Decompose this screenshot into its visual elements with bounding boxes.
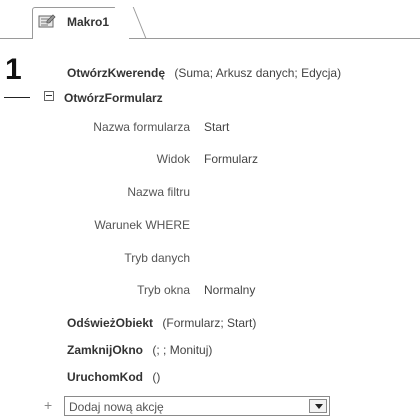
action-row-otworzkwerende[interactable]: OtwórzKwerendę (Suma; Arkusz danych; Edy… — [67, 66, 341, 80]
tab-label: Makro1 — [67, 15, 110, 29]
action-row-uruchomkod[interactable]: UruchomKod () — [67, 370, 160, 384]
chevron-down-icon[interactable] — [309, 399, 327, 413]
action-name: OtwórzKwerendę — [67, 66, 166, 80]
document-tab-strip: Makro1 — [0, 0, 420, 39]
arg-label: Warunek WHERE — [94, 218, 190, 232]
action-name: ZamknijOkno — [67, 343, 144, 357]
action-name: UruchomKod — [67, 370, 143, 384]
add-action-text: Dodaj nową akcję — [69, 400, 164, 414]
plus-icon: + — [44, 397, 53, 413]
collapse-toggle[interactable] — [44, 91, 54, 101]
arg-value[interactable]: Formularz — [204, 152, 258, 166]
arg-label: Tryb okna — [137, 283, 190, 297]
action-row-odswiezobiekt[interactable]: OdświeżObiekt (Formularz; Start) — [67, 316, 256, 330]
macro-icon — [38, 14, 56, 29]
arg-label: Nazwa formularza — [93, 120, 190, 134]
action-args: (; ; Monituj) — [152, 343, 213, 357]
action-row-otworzformularz[interactable]: OtwórzFormularz — [64, 91, 163, 105]
arg-value[interactable]: Start — [204, 120, 229, 134]
action-args: (Formularz; Start) — [162, 316, 257, 330]
callout-line — [4, 97, 30, 98]
arg-label: Widok — [156, 152, 190, 166]
action-args: () — [152, 370, 161, 384]
action-name: OtwórzFormularz — [64, 91, 163, 105]
callout-number: 1 — [5, 53, 22, 86]
action-row-zamknijokno[interactable]: ZamknijOkno (; ; Monituj) — [67, 343, 212, 357]
arg-value[interactable]: Normalny — [204, 283, 255, 297]
action-name: OdświeżObiekt — [67, 316, 154, 330]
action-args: (Suma; Arkusz danych; Edycja) — [174, 66, 342, 80]
tab-makro1[interactable]: Makro1 — [32, 7, 130, 39]
add-action-combobox[interactable]: Dodaj nową akcję — [64, 396, 330, 416]
arg-label: Tryb danych — [124, 251, 190, 265]
arg-label: Nazwa filtru — [127, 185, 190, 199]
